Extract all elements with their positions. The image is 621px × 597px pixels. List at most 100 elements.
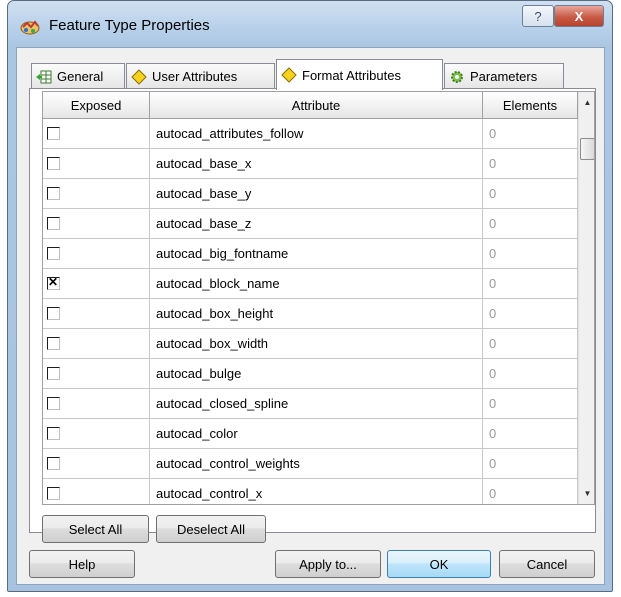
exposed-checkbox[interactable] (47, 157, 60, 170)
exposed-checkbox[interactable] (47, 187, 60, 200)
scroll-down-icon[interactable]: ▼ (579, 485, 594, 502)
help-button[interactable]: Help (29, 550, 135, 578)
table-row[interactable]: autocad_base_x 0 (43, 149, 578, 179)
attribute-cell: autocad_block_name (150, 269, 483, 298)
elements-cell: 0 (483, 389, 578, 418)
ok-button[interactable]: OK (387, 550, 491, 578)
exposed-checkbox[interactable] (47, 127, 60, 140)
close-icon: X (574, 8, 584, 24)
exposed-checkbox[interactable] (47, 487, 60, 500)
attribute-cell: autocad_big_fontname (150, 239, 483, 268)
elements-cell: 0 (483, 419, 578, 448)
feature-type-icon (20, 20, 40, 35)
elements-cell: 0 (483, 239, 578, 268)
table-row[interactable]: autocad_bulge 0 (43, 359, 578, 389)
exposed-cell (43, 479, 150, 504)
tab-general-label: General (57, 69, 104, 84)
elements-cell: 0 (483, 209, 578, 238)
dialog-window: Feature Type Properties ? X General User… (7, 0, 613, 592)
scroll-up-icon[interactable]: ▲ (579, 94, 594, 111)
header-elements[interactable]: Elements (483, 92, 578, 118)
tab-parameters[interactable]: Parameters (444, 63, 564, 89)
exposed-checkbox[interactable] (47, 217, 60, 230)
question-icon: ? (534, 8, 542, 24)
yellow-diamond-icon (281, 67, 297, 83)
table-row[interactable]: autocad_box_height 0 (43, 299, 578, 329)
exposed-checkbox[interactable] (47, 367, 60, 380)
elements-cell: 0 (483, 149, 578, 178)
table-arrow-icon (36, 69, 52, 85)
attribute-cell: autocad_control_x (150, 479, 483, 504)
vertical-scrollbar[interactable]: ▲ ▼ (578, 92, 594, 504)
tab-user-attributes-label: User Attributes (152, 69, 238, 84)
attribute-cell: autocad_bulge (150, 359, 483, 388)
attribute-cell: autocad_base_y (150, 179, 483, 208)
table-row[interactable]: autocad_base_z 0 (43, 209, 578, 239)
table-body: autocad_attributes_follow 0 autocad_base_x… (43, 119, 578, 504)
apply-to-button[interactable]: Apply to... (275, 550, 381, 578)
tab-format-attributes-label: Format Attributes (302, 67, 401, 83)
exposed-cell (43, 209, 150, 238)
dialog-client-area: General User Attributes Format Attribute… (16, 47, 605, 585)
exposed-cell (43, 299, 150, 328)
exposed-checkbox[interactable] (47, 427, 60, 440)
exposed-checkbox[interactable] (47, 397, 60, 410)
exposed-cell (43, 119, 150, 148)
exposed-checkbox[interactable] (47, 247, 60, 260)
table-row[interactable]: autocad_control_weights 0 (43, 449, 578, 479)
tab-user-attributes[interactable]: User Attributes (126, 63, 275, 89)
elements-cell: 0 (483, 299, 578, 328)
attribute-cell: autocad_box_width (150, 329, 483, 358)
exposed-cell (43, 239, 150, 268)
format-attributes-panel: Exposed Attribute Elements autocad_attri… (29, 88, 596, 543)
elements-cell: 0 (483, 329, 578, 358)
table-row[interactable]: autocad_block_name0 (43, 269, 578, 299)
elements-cell: 0 (483, 179, 578, 208)
scroll-thumb[interactable] (580, 138, 594, 160)
exposed-cell (43, 179, 150, 208)
attribute-cell: autocad_closed_spline (150, 389, 483, 418)
title-bar[interactable]: Feature Type Properties ? X (8, 1, 612, 47)
exposed-checkbox[interactable] (47, 307, 60, 320)
elements-cell: 0 (483, 269, 578, 298)
attribute-cell: autocad_attributes_follow (150, 119, 483, 148)
header-exposed[interactable]: Exposed (43, 92, 150, 118)
table-row[interactable]: autocad_color 0 (43, 419, 578, 449)
title-close-button[interactable]: X (554, 5, 604, 27)
exposed-cell (43, 149, 150, 178)
attribute-cell: autocad_control_weights (150, 449, 483, 478)
exposed-cell (43, 329, 150, 358)
select-all-button[interactable]: Select All (42, 515, 149, 543)
table-header: Exposed Attribute Elements (43, 92, 578, 119)
elements-cell: 0 (483, 359, 578, 388)
attributes-table: Exposed Attribute Elements autocad_attri… (42, 91, 595, 505)
exposed-cell (43, 419, 150, 448)
table-row[interactable]: autocad_big_fontname 0 (43, 239, 578, 269)
table-row[interactable]: autocad_box_width 0 (43, 329, 578, 359)
exposed-cell (43, 269, 150, 298)
tab-format-attributes[interactable]: Format Attributes (276, 59, 443, 90)
tab-parameters-label: Parameters (470, 69, 538, 84)
table-row[interactable]: autocad_closed_spline 0 (43, 389, 578, 419)
elements-cell: 0 (483, 479, 578, 504)
elements-cell: 0 (483, 119, 578, 148)
attribute-cell: autocad_base_z (150, 209, 483, 238)
window-title: Feature Type Properties (49, 17, 210, 34)
title-help-button[interactable]: ? (522, 5, 554, 27)
exposed-cell (43, 449, 150, 478)
header-attribute[interactable]: Attribute (150, 92, 483, 118)
table-row[interactable]: autocad_base_y 0 (43, 179, 578, 209)
attribute-cell: autocad_base_x (150, 149, 483, 178)
exposed-checkbox[interactable] (47, 457, 60, 470)
yellow-diamond-icon (131, 68, 147, 85)
table-row[interactable]: autocad_control_x 0 (43, 479, 578, 504)
exposed-cell (43, 389, 150, 418)
exposed-checkbox[interactable] (47, 275, 60, 290)
cancel-button[interactable]: Cancel (499, 550, 595, 578)
table-row[interactable]: autocad_attributes_follow 0 (43, 119, 578, 149)
attribute-cell: autocad_box_height (150, 299, 483, 328)
tab-general[interactable]: General (31, 63, 125, 89)
attribute-cell: autocad_color (150, 419, 483, 448)
exposed-checkbox[interactable] (47, 337, 60, 350)
deselect-all-button[interactable]: Deselect All (156, 515, 266, 543)
